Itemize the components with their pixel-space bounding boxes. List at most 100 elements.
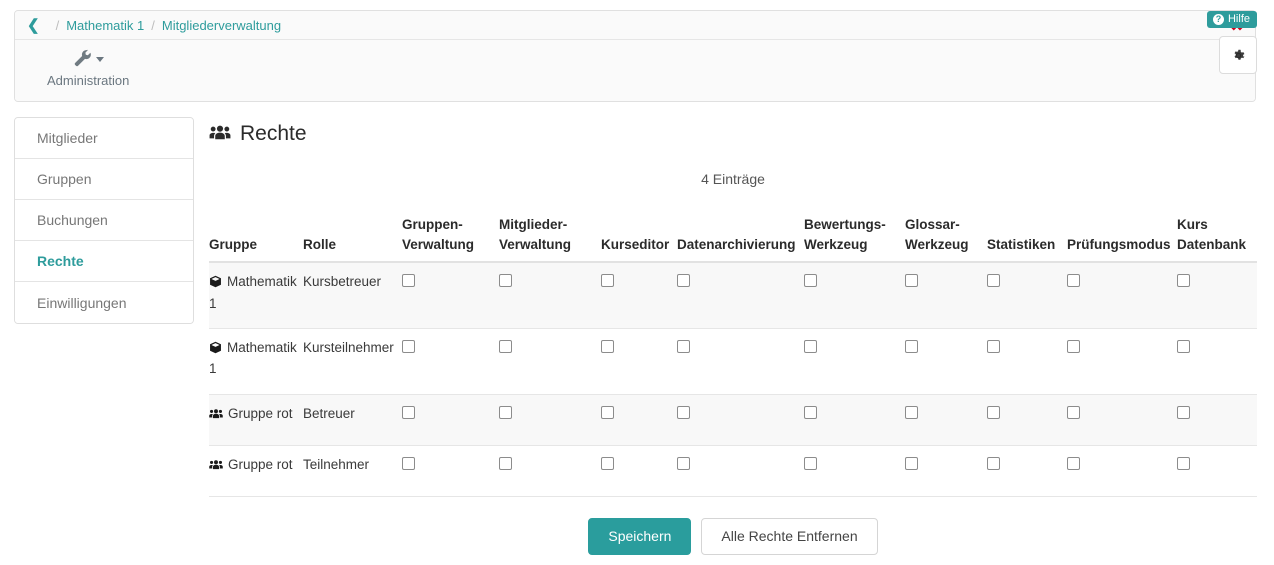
checkbox-statistiken[interactable] <box>987 405 1000 419</box>
help-badge[interactable]: ? Hilfe <box>1206 11 1257 28</box>
entries-count: 4 Einträge <box>701 171 765 187</box>
checkbox-datenarchivierung[interactable] <box>677 274 690 288</box>
save-button[interactable]: Speichern <box>588 518 692 555</box>
gear-icon <box>1234 49 1244 60</box>
checkbox-statistiken[interactable] <box>987 456 1000 470</box>
users-icon <box>209 457 223 477</box>
cell-perm-gruppen-verwaltung <box>402 262 499 329</box>
cell-rolle: Kursteilnehmer <box>303 328 402 395</box>
cell-gruppe: Gruppe rot <box>209 394 303 446</box>
checkbox-glossar-werkzeug[interactable] <box>905 456 918 470</box>
cell-gruppe-label: Gruppe rot <box>228 405 293 421</box>
checkbox-kurs-datenbank[interactable] <box>1177 456 1190 470</box>
cell-perm-statistiken <box>987 262 1067 329</box>
checkbox-kurseditor[interactable] <box>601 405 614 419</box>
checkbox-bewertungs-werkzeug[interactable] <box>804 456 817 470</box>
checkbox-gruppen-verwaltung[interactable] <box>402 274 415 288</box>
header-line: Verwaltung <box>402 236 475 252</box>
checkbox-gruppen-verwaltung[interactable] <box>402 339 415 353</box>
cell-gruppe: Mathematik 1 <box>209 262 303 329</box>
breadcrumb-separator-0: / <box>55 17 60 33</box>
checkbox-kurs-datenbank[interactable] <box>1177 339 1190 353</box>
table-header-row: Gruppe Rolle Gruppen- Verwaltung Mitglie… <box>209 215 1257 264</box>
cell-perm-glossar-werkzeug <box>905 262 987 329</box>
header-line: Mitglieder- <box>499 217 568 232</box>
help-badge-label: Hilfe <box>1227 13 1250 25</box>
cell-perm-datenarchivierung <box>677 328 804 395</box>
users-icon <box>209 125 231 140</box>
breadcrumb-link-course[interactable]: Mathematik 1 <box>66 18 144 33</box>
sidebar-item-mitglieder[interactable]: Mitglieder <box>15 118 193 159</box>
header-line: Prüfungsmodus <box>1067 236 1171 252</box>
cell-perm-statistiken <box>987 445 1067 497</box>
sidebar-item-label: Gruppen <box>37 171 92 187</box>
column-header-datenarchivierung: Datenarchivierung <box>677 215 804 264</box>
checkbox-kurseditor[interactable] <box>601 339 614 353</box>
cell-perm-datenarchivierung <box>677 262 804 329</box>
column-header-kurs-datenbank: Kurs Datenbank <box>1177 215 1257 264</box>
cell-perm-kurseditor <box>601 445 677 497</box>
checkbox-pruefungsmodus[interactable] <box>1067 274 1080 288</box>
checkbox-statistiken[interactable] <box>987 274 1000 288</box>
checkbox-mitglieder-verwaltung[interactable] <box>499 405 512 419</box>
cell-perm-bewertungs-werkzeug <box>804 394 905 446</box>
header-line: Gruppen- <box>402 217 463 232</box>
checkbox-mitglieder-verwaltung[interactable] <box>499 456 512 470</box>
checkbox-pruefungsmodus[interactable] <box>1067 339 1080 353</box>
clear-all-permissions-button[interactable]: Alle Rechte Entfernen <box>701 518 878 555</box>
back-chevron-icon[interactable]: ❮ <box>27 18 40 33</box>
toolbar-item-administration[interactable]: Administration <box>41 47 135 88</box>
cube-icon <box>209 340 222 360</box>
checkbox-bewertungs-werkzeug[interactable] <box>804 405 817 419</box>
column-header-gruppe: Gruppe <box>209 215 303 264</box>
checkbox-glossar-werkzeug[interactable] <box>905 405 918 419</box>
checkbox-gruppen-verwaltung[interactable] <box>402 456 415 470</box>
header-line: Datenarchivierung <box>677 236 796 252</box>
checkbox-bewertungs-werkzeug[interactable] <box>804 274 817 288</box>
cell-rolle: Kursbetreuer <box>303 262 402 329</box>
cell-gruppe-label: Mathematik 1 <box>209 339 297 377</box>
checkbox-kurs-datenbank[interactable] <box>1177 405 1190 419</box>
cell-rolle: Betreuer <box>303 394 402 446</box>
checkbox-mitglieder-verwaltung[interactable] <box>499 274 512 288</box>
cell-perm-gruppen-verwaltung <box>402 445 499 497</box>
column-header-statistiken: Statistiken <box>987 215 1067 264</box>
checkbox-pruefungsmodus[interactable] <box>1067 456 1080 470</box>
checkbox-glossar-werkzeug[interactable] <box>905 339 918 353</box>
cell-rolle: Teilnehmer <box>303 445 402 497</box>
checkbox-kurseditor[interactable] <box>601 456 614 470</box>
checkbox-kurs-datenbank[interactable] <box>1177 274 1190 288</box>
checkbox-datenarchivierung[interactable] <box>677 405 690 419</box>
cell-perm-pruefungsmodus <box>1067 262 1177 329</box>
checkbox-datenarchivierung[interactable] <box>677 339 690 353</box>
page-title-row: Rechte <box>209 117 1257 149</box>
checkbox-datenarchivierung[interactable] <box>677 456 690 470</box>
table-row: Gruppe rot Betreuer <box>209 394 1257 446</box>
header-line: Gruppe <box>209 236 258 252</box>
sidebar-item-einwilligungen[interactable]: Einwilligungen <box>15 282 193 323</box>
cell-perm-kurseditor <box>601 328 677 395</box>
cell-perm-pruefungsmodus <box>1067 445 1177 497</box>
checkbox-pruefungsmodus[interactable] <box>1067 405 1080 419</box>
checkbox-bewertungs-werkzeug[interactable] <box>804 339 817 353</box>
table-body: Mathematik 1 Kursbetreuer Mathematik 1 K… <box>209 262 1257 497</box>
checkbox-kurseditor[interactable] <box>601 274 614 288</box>
header-line: Werkzeug <box>804 236 868 252</box>
checkbox-statistiken[interactable] <box>987 339 1000 353</box>
checkbox-glossar-werkzeug[interactable] <box>905 274 918 288</box>
sidebar-item-label: Buchungen <box>37 212 108 228</box>
cell-perm-glossar-werkzeug <box>905 328 987 395</box>
cell-perm-datenarchivierung <box>677 394 804 446</box>
main-content: Rechte 4 Einträge Gruppe Rolle Gruppen- … <box>209 117 1257 497</box>
sidebar-item-buchungen[interactable]: Buchungen <box>15 200 193 241</box>
table-settings-button[interactable] <box>1219 36 1257 74</box>
header-line: Datenbank <box>1177 236 1247 252</box>
sidebar-item-rechte[interactable]: Rechte <box>15 241 193 282</box>
column-header-rolle: Rolle <box>303 215 402 264</box>
cell-perm-mitglieder-verwaltung <box>499 445 601 497</box>
checkbox-gruppen-verwaltung[interactable] <box>402 405 415 419</box>
cell-perm-kurseditor <box>601 262 677 329</box>
checkbox-mitglieder-verwaltung[interactable] <box>499 339 512 353</box>
breadcrumb-link-membership[interactable]: Mitgliederverwaltung <box>162 18 281 33</box>
sidebar-item-gruppen[interactable]: Gruppen <box>15 159 193 200</box>
